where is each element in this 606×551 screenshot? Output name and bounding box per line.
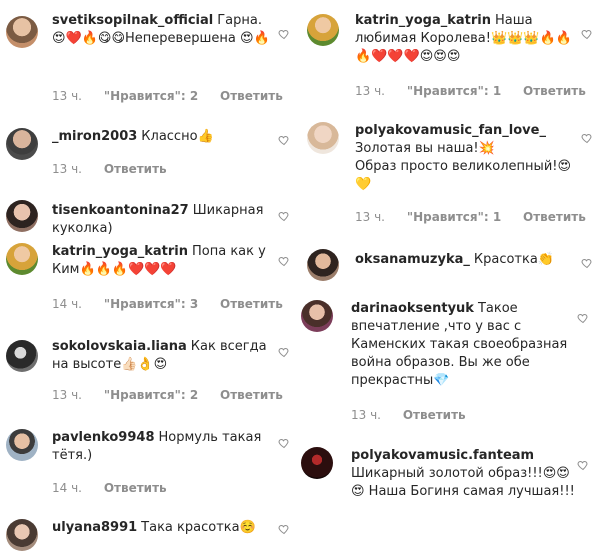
comment-body: tisenkoantonina27 Шикарная куколка) <box>52 202 270 238</box>
comment-body: _miron2003 Классно👍 <box>52 128 270 146</box>
comment-body: ulyana8991 Така красотка☺️ <box>52 519 270 537</box>
comment: ulyana8991 Така красотка☺️ <box>0 517 303 551</box>
comment-username[interactable]: tisenkoantonina27 <box>52 203 189 218</box>
reply-button[interactable]: Ответить <box>523 84 586 98</box>
comment-body: katrin_yoga_katrin Наша любимая Королева!… <box>355 12 573 66</box>
comment-time: 13 ч. <box>52 162 82 176</box>
avatar[interactable] <box>6 429 38 461</box>
comment-time: 13 ч. <box>52 89 82 103</box>
heart-icon[interactable] <box>278 437 290 449</box>
avatar[interactable] <box>6 519 38 551</box>
heart-icon[interactable] <box>581 28 593 40</box>
comment-text: Классно👍 <box>141 129 214 144</box>
comment-meta: 13 ч. "Нравится": 2 Ответить <box>52 388 301 402</box>
avatar[interactable] <box>6 200 38 232</box>
comment-meta: 13 ч. Ответить <box>351 408 484 422</box>
avatar[interactable] <box>307 14 339 46</box>
heart-icon[interactable] <box>278 255 290 267</box>
comment-meta: 14 ч. Ответить <box>52 481 185 495</box>
comment: svetiksopilnak_official Гарна. 😍❤️🔥😋😋Непе… <box>0 12 303 107</box>
avatar[interactable] <box>6 128 38 160</box>
comment-time: 13 ч. <box>52 388 82 402</box>
heart-icon[interactable] <box>278 523 290 535</box>
comment-time: 14 ч. <box>52 297 82 311</box>
heart-icon[interactable] <box>278 210 290 222</box>
heart-icon[interactable] <box>278 134 290 146</box>
avatar[interactable] <box>307 122 339 154</box>
comment: sokolovskaia.liana Как всегда на высоте👍🏻… <box>0 336 303 406</box>
comment-meta: 13 ч. Ответить <box>52 162 185 176</box>
reply-button[interactable]: Ответить <box>220 297 283 311</box>
comment-username[interactable]: ulyana8991 <box>52 520 137 535</box>
comment-body: katrin_yoga_katrin Попа как у Ким🔥🔥🔥❤️❤️❤… <box>52 243 270 279</box>
heart-icon[interactable] <box>278 346 290 358</box>
comment: polyakovamusic.fanteam Шикарный золотой о… <box>301 447 606 537</box>
comment: darinaoksentyuk Такое впечатление ,что у … <box>301 300 606 426</box>
comment: polyakovamusic_fan_love_ Золотая вы наша!… <box>303 122 606 228</box>
heart-icon[interactable] <box>581 257 593 269</box>
comment-username[interactable]: katrin_yoga_katrin <box>355 13 491 28</box>
comment-meta: 13 ч. "Нравится": 1 Ответить <box>355 210 604 224</box>
comment-meta: 13 ч. "Нравится": 2 Ответить <box>52 89 301 103</box>
comment-username[interactable]: svetiksopilnak_official <box>52 13 213 28</box>
comment-username[interactable]: _miron2003 <box>52 129 137 144</box>
avatar[interactable] <box>301 300 333 332</box>
comment-body: oksanamuzyka_ Красотка👏 <box>355 251 573 269</box>
avatar[interactable] <box>301 447 333 479</box>
comment-body: darinaoksentyuk Такое впечатление ,что у … <box>351 300 577 390</box>
comment-time: 14 ч. <box>52 481 82 495</box>
comment-username[interactable]: darinaoksentyuk <box>351 301 474 316</box>
comment-likes[interactable]: "Нравится": 1 <box>407 84 501 98</box>
reply-button[interactable]: Ответить <box>220 89 283 103</box>
comment-username[interactable]: oksanamuzyka_ <box>355 252 470 267</box>
comment-text: Золотая вы наша!💥 Образ просто великолеп… <box>355 141 572 192</box>
comment-time: 13 ч. <box>355 210 385 224</box>
reply-button[interactable]: Ответить <box>523 210 586 224</box>
comment-likes[interactable]: "Нравится": 3 <box>104 297 198 311</box>
comment: pavlenko9948 Нормуль такая тётя.) 14 ч. О… <box>0 427 303 499</box>
comment-meta: 13 ч. "Нравится": 1 Ответить <box>355 84 604 98</box>
heart-icon[interactable] <box>577 312 589 324</box>
heart-icon[interactable] <box>577 459 589 471</box>
comment-username[interactable]: katrin_yoga_katrin <box>52 244 188 259</box>
reply-button[interactable]: Ответить <box>403 408 466 422</box>
comment: tisenkoantonina27 Шикарная куколка) <box>0 198 303 238</box>
comment: _miron2003 Классно👍 13 ч. Ответить <box>0 124 303 180</box>
avatar[interactable] <box>6 243 38 275</box>
comment-meta: 14 ч. "Нравится": 3 Ответить <box>52 297 301 311</box>
comment-body: svetiksopilnak_official Гарна. 😍❤️🔥😋😋Непе… <box>52 12 270 48</box>
comment-username[interactable]: pavlenko9948 <box>52 430 155 445</box>
comment-time: 13 ч. <box>355 84 385 98</box>
comment-username[interactable]: polyakovamusic.fanteam <box>351 447 573 465</box>
comment-username[interactable]: sokolovskaia.liana <box>52 339 187 354</box>
comment-text: Така красотка☺️ <box>141 520 256 535</box>
comment-body: sokolovskaia.liana Как всегда на высоте👍🏻… <box>52 338 270 374</box>
heart-icon[interactable] <box>278 28 290 40</box>
comment-likes[interactable]: "Нравится": 2 <box>104 388 198 402</box>
comment-body: polyakovamusic_fan_love_ Золотая вы наша!… <box>355 122 573 194</box>
reply-button[interactable]: Ответить <box>220 388 283 402</box>
avatar[interactable] <box>6 340 38 372</box>
comment-text: Шикарный золотой образ!!!😍😍😍 Наша Богиня… <box>351 466 575 499</box>
comment-username[interactable]: polyakovamusic_fan_love_ <box>355 122 569 140</box>
comment-body: polyakovamusic.fanteam Шикарный золотой о… <box>351 447 577 501</box>
comment: katrin_yoga_katrin Попа как у Ким🔥🔥🔥❤️❤️❤… <box>0 241 303 317</box>
reply-button[interactable]: Ответить <box>104 481 167 495</box>
comment-likes[interactable]: "Нравится": 1 <box>407 210 501 224</box>
heart-icon[interactable] <box>581 132 593 144</box>
comment-text: Красотка👏 <box>473 252 555 267</box>
reply-button[interactable]: Ответить <box>104 162 167 176</box>
comment: katrin_yoga_katrin Наша любимая Королева!… <box>303 12 606 102</box>
comment: oksanamuzyka_ Красотка👏 <box>303 249 606 283</box>
comment-likes[interactable]: "Нравится": 2 <box>104 89 198 103</box>
comment-body: pavlenko9948 Нормуль такая тётя.) <box>52 429 270 465</box>
avatar[interactable] <box>307 249 339 281</box>
avatar[interactable] <box>6 16 38 48</box>
comment-time: 13 ч. <box>351 408 381 422</box>
